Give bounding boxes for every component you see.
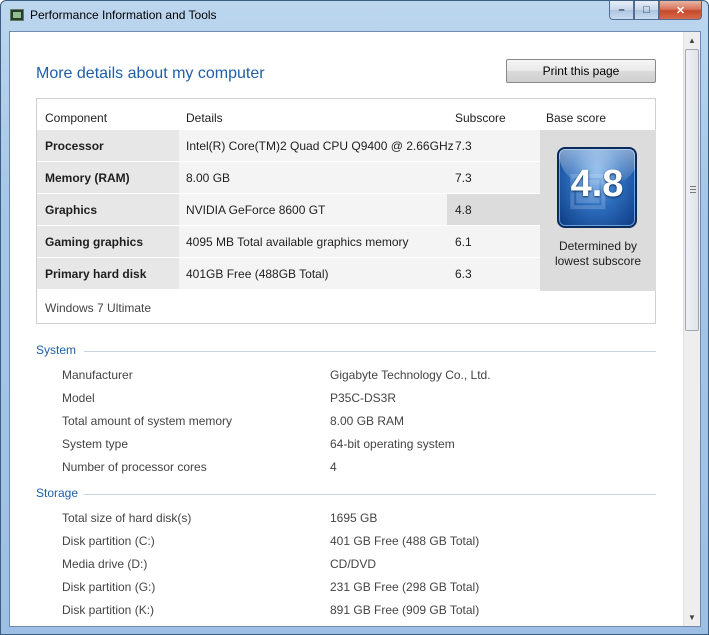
print-button[interactable]: Print this page [506, 59, 656, 83]
window-title: Performance Information and Tools [30, 8, 217, 22]
system-section-divider [84, 351, 656, 352]
maximize-button[interactable]: □ [634, 1, 659, 20]
score-row-hard-disk: Primary hard disk 401GB Free (488GB Tota… [37, 258, 540, 289]
score-row-gaming-graphics: Gaming graphics 4095 MB Total available … [37, 226, 540, 257]
minimize-icon: – [618, 4, 625, 16]
scrollbar-thumb[interactable] [685, 49, 699, 331]
storage-section-divider [84, 494, 656, 495]
close-icon: ✕ [675, 4, 686, 17]
score-row-graphics: Graphics NVIDIA GeForce 8600 GT 4.8 [37, 194, 540, 225]
os-edition: Windows 7 Ultimate [45, 301, 152, 315]
storage-value: 231 GB Free (298 GB Total) [330, 580, 480, 594]
base-score-note-line1: Determined by [558, 239, 638, 253]
component-subscore: 7.3 [455, 171, 472, 185]
base-score-note: Determined by lowest subscore [540, 239, 656, 269]
component-subscore: 4.8 [455, 203, 472, 217]
component-details: 8.00 GB [186, 171, 231, 185]
storage-section-title: Storage [36, 486, 79, 500]
base-score-value: 4.8 [570, 163, 624, 205]
system-value: 8.00 GB RAM [330, 414, 405, 428]
component-subscore: 6.3 [455, 267, 472, 281]
maximize-icon: □ [643, 4, 650, 16]
system-value: Gigabyte Technology Co., Ltd. [330, 368, 491, 382]
component-name: Processor [45, 139, 104, 153]
system-value: 64-bit operating system [330, 437, 455, 451]
storage-value: 401 GB Free (488 GB Total) [330, 534, 480, 548]
component-subscore: 6.1 [455, 235, 472, 249]
system-section-title: System [36, 343, 77, 357]
storage-value: 1695 GB [330, 511, 378, 525]
title-bar[interactable]: Performance Information and Tools – □ ✕ [1, 1, 708, 29]
component-details: Intel(R) Core(TM)2 Quad CPU Q9400 @ 2.66… [186, 139, 454, 153]
score-row-memory: Memory (RAM) 8.00 GB 7.3 [37, 162, 540, 193]
header-base-score: Base score [546, 111, 607, 125]
storage-label: Disk partition (C:) [62, 534, 155, 548]
system-label: Total amount of system memory [62, 414, 233, 428]
system-label: Number of processor cores [62, 460, 207, 474]
storage-value: 891 GB Free (909 GB Total) [330, 603, 480, 617]
storage-label: Total size of hard disk(s) [62, 511, 192, 525]
storage-label: Media drive (D:) [62, 557, 148, 571]
component-details: NVIDIA GeForce 8600 GT [186, 203, 326, 217]
component-details: 401GB Free (488GB Total) [186, 267, 329, 281]
system-label: Model [62, 391, 95, 405]
scroll-down-arrow-icon[interactable]: ▼ [684, 609, 700, 626]
component-name: Graphics [45, 203, 98, 217]
header-component: Component [45, 111, 108, 125]
component-details: 4095 MB Total available graphics memory [186, 235, 409, 249]
component-name: Gaming graphics [45, 235, 144, 249]
caption-buttons: – □ ✕ [609, 1, 702, 21]
window-frame: Performance Information and Tools – □ ✕ … [0, 0, 709, 635]
content-pane: More details about my computer Print thi… [9, 31, 701, 627]
header-subscore: Subscore [455, 111, 506, 125]
system-value: P35C-DS3R [330, 391, 397, 405]
score-row-processor: Processor Intel(R) Core(TM)2 Quad CPU Q9… [37, 130, 540, 161]
base-score-panel: ▣ 4.8 Determined by lowest subscore [540, 130, 656, 291]
minimize-button[interactable]: – [609, 1, 634, 20]
storage-label: Disk partition (G:) [62, 580, 156, 594]
header-details: Details [186, 111, 223, 125]
page-heading: More details about my computer [36, 65, 265, 82]
vertical-scrollbar[interactable]: ▲ ▼ [683, 32, 700, 626]
storage-label: Disk partition (K:) [62, 603, 155, 617]
storage-value: CD/DVD [330, 557, 377, 571]
base-score-badge: ▣ 4.8 [557, 147, 637, 228]
system-value: 4 [330, 460, 337, 474]
base-score-note-line2: lowest subscore [554, 254, 642, 268]
performance-icon [10, 9, 24, 21]
score-table: Component Details Subscore Base score Pr… [36, 98, 656, 324]
component-name: Memory (RAM) [45, 171, 130, 185]
component-subscore: 7.3 [455, 139, 472, 153]
component-name: Primary hard disk [45, 267, 147, 281]
grip-icon [690, 186, 696, 193]
close-button[interactable]: ✕ [659, 1, 702, 20]
system-label: Manufacturer [62, 368, 133, 382]
system-label: System type [62, 437, 129, 451]
scroll-up-arrow-icon[interactable]: ▲ [684, 32, 700, 49]
